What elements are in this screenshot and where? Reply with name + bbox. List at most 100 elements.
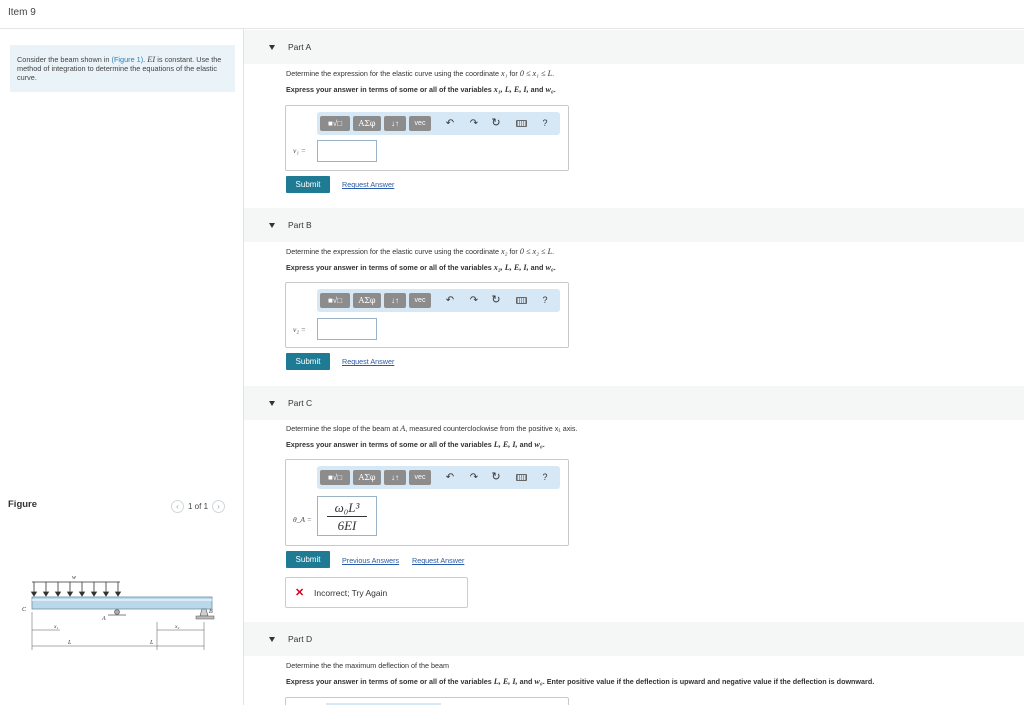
part-a-question-mid: for xyxy=(507,69,520,78)
collapse-triangle-icon[interactable] xyxy=(269,401,275,406)
point-a-label: A xyxy=(101,616,106,622)
part-c-question: Determine the slope of the beam at A, me… xyxy=(286,424,578,433)
keyboard-icon[interactable] xyxy=(513,293,529,308)
part-d-label: Part D xyxy=(288,634,313,644)
help-button[interactable]: ? xyxy=(538,293,552,308)
undo-icon[interactable]: ↶ xyxy=(443,470,457,485)
point-c-label: C xyxy=(22,607,27,613)
figure-link[interactable]: (Figure 1) xyxy=(112,55,144,64)
part-b-request-answer-link[interactable]: Request Answer xyxy=(342,357,394,366)
part-b-express-and: and xyxy=(528,263,546,272)
figure-page-indicator: 1 of 1 xyxy=(188,502,209,511)
support-a xyxy=(108,609,126,616)
greek-button[interactable]: ΑΣφ xyxy=(353,293,381,308)
part-a-express-vars: x₁, L, E, I, xyxy=(493,85,529,94)
part-c-answer-box: ■√□ ΑΣφ ↓↑ vec ↶ ↷ ↻ ? θ_A = ω₀L³ 6EI xyxy=(285,459,569,546)
help-button[interactable]: ? xyxy=(538,470,552,485)
part-d-express-w: w₀ xyxy=(534,677,543,686)
part-a-express-end: . xyxy=(553,85,556,94)
chevron-left-icon[interactable]: ‹ xyxy=(171,500,184,513)
part-d-express-end: . Enter positive value if the deflection… xyxy=(542,677,875,686)
distributed-load xyxy=(30,581,122,597)
part-b-header[interactable]: Part B xyxy=(244,208,1024,242)
incorrect-x-icon: ✕ xyxy=(295,587,305,599)
part-b-question: Determine the expression for the elastic… xyxy=(286,247,554,256)
part-b-question-end: . xyxy=(552,247,555,256)
undo-icon[interactable]: ↶ xyxy=(443,116,457,131)
part-b-answer-box: ■√□ ΑΣφ ↓↑ vec ↶ ↷ ↻ ? v₂ = xyxy=(285,282,569,348)
part-d-express-text: Express your answer in terms of some or … xyxy=(286,677,494,686)
part-b-express-vars: x₂, L, E, I, xyxy=(493,263,529,272)
vec-button[interactable]: vec xyxy=(409,293,431,308)
part-b-question-text: Determine the expression for the elastic… xyxy=(286,247,501,256)
part-b-question-range: 0 ≤ x₂ ≤ L xyxy=(519,247,553,256)
reset-icon[interactable]: ↻ xyxy=(489,470,503,485)
arrows-button[interactable]: ↓↑ xyxy=(384,116,406,131)
undo-icon[interactable]: ↶ xyxy=(443,293,457,308)
part-c-express-text: Express your answer in terms of some or … xyxy=(286,440,494,449)
part-a-label: Part A xyxy=(288,42,312,52)
beam xyxy=(31,596,213,610)
item-title: Item 9 xyxy=(8,7,36,18)
part-b-question-mid: for xyxy=(507,247,520,256)
redo-icon[interactable]: ↷ xyxy=(467,470,481,485)
math-toolbar: ■√□ ΑΣφ ↓↑ vec ↶ ↷ ↻ ? xyxy=(317,112,560,135)
redo-icon[interactable]: ↷ xyxy=(467,116,481,131)
reset-icon[interactable]: ↻ xyxy=(489,293,503,308)
part-a-express-and: and xyxy=(528,85,546,94)
math-toolbar: ■√□ ΑΣφ ↓↑ vec ↶ ↷ ↻ ? xyxy=(317,289,560,312)
answer-denominator: 6EI xyxy=(337,518,357,533)
part-c-question-text: Determine the slope of the beam at xyxy=(286,424,401,433)
part-c-header[interactable]: Part C xyxy=(244,386,1024,420)
part-c-answer-input[interactable]: ω₀L³ 6EI xyxy=(317,496,377,536)
part-b-submit-button[interactable]: Submit xyxy=(286,353,330,370)
x2-label: x₂ xyxy=(174,624,179,630)
dimension-lines xyxy=(31,612,205,650)
beam-figure[interactable]: w A B C x₁ x₂ L L xyxy=(20,570,220,655)
problem-statement: Consider the beam shown in (Figure 1). E… xyxy=(10,45,235,92)
part-a-answer-input[interactable] xyxy=(317,140,377,162)
templates-button[interactable]: ■√□ xyxy=(320,116,350,131)
part-c-question-end: , measured counterclockwise from the pos… xyxy=(405,424,578,433)
part-c-express-w: w₀ xyxy=(534,440,543,449)
span-label-2: L xyxy=(149,640,154,646)
part-a-request-answer-link[interactable]: Request Answer xyxy=(342,180,394,189)
part-b-label: Part B xyxy=(288,220,312,230)
part-c-submit-button[interactable]: Submit xyxy=(286,551,330,568)
collapse-triangle-icon[interactable] xyxy=(269,637,275,642)
collapse-triangle-icon[interactable] xyxy=(269,45,275,50)
vec-button[interactable]: vec xyxy=(409,116,431,131)
answer-numerator: ω₀L³ xyxy=(334,500,360,515)
collapse-triangle-icon[interactable] xyxy=(269,223,275,228)
part-c-feedback: ✕ Incorrect; Try Again xyxy=(285,577,468,608)
part-a-var-label: v₁ = xyxy=(293,146,306,155)
math-toolbar: ■√□ ΑΣφ ↓↑ vec ↶ ↷ ↻ ? xyxy=(317,466,560,489)
redo-icon[interactable]: ↷ xyxy=(467,293,481,308)
greek-button[interactable]: ΑΣφ xyxy=(353,470,381,485)
templates-button[interactable]: ■√□ xyxy=(320,293,350,308)
part-b-express: Express your answer in terms of some or … xyxy=(286,263,556,272)
part-b-answer-input[interactable] xyxy=(317,318,377,340)
arrows-button[interactable]: ↓↑ xyxy=(384,470,406,485)
vec-button[interactable]: vec xyxy=(409,470,431,485)
keyboard-icon[interactable] xyxy=(513,116,529,131)
templates-button[interactable]: ■√□ xyxy=(320,470,350,485)
part-a-express: Express your answer in terms of some or … xyxy=(286,85,556,94)
arrows-button[interactable]: ↓↑ xyxy=(384,293,406,308)
part-a-header[interactable]: Part A xyxy=(244,30,1024,64)
span-label-1: L xyxy=(67,640,72,646)
part-d-question: Determine the the maximum deflection of … xyxy=(286,661,449,670)
part-a-submit-button[interactable]: Submit xyxy=(286,176,330,193)
keyboard-icon[interactable] xyxy=(513,470,529,485)
fraction-bar xyxy=(327,516,367,517)
part-c-request-answer-link[interactable]: Request Answer xyxy=(412,556,464,565)
part-d-header[interactable]: Part D xyxy=(244,622,1024,656)
help-button[interactable]: ? xyxy=(538,116,552,131)
reset-icon[interactable]: ↻ xyxy=(489,116,503,131)
part-d-answer-box xyxy=(285,697,569,705)
point-b-label: B xyxy=(209,609,213,615)
column-divider xyxy=(243,28,244,705)
chevron-right-icon[interactable]: › xyxy=(212,500,226,513)
greek-button[interactable]: ΑΣφ xyxy=(353,116,381,131)
part-c-previous-answers-link[interactable]: Previous Answers xyxy=(342,556,399,565)
